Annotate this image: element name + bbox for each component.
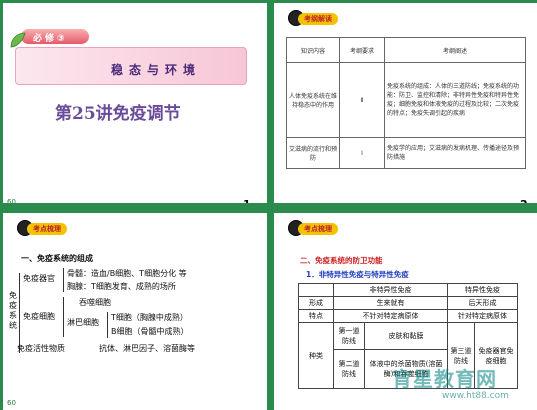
header-cell: 非特异性免疫	[333, 283, 448, 297]
badge-text: 考点梳理	[304, 225, 332, 233]
section-heading: 一、免疫系统的组成	[21, 254, 93, 263]
slide-2[interactable]: 考纲解读 知识内容 考纲要求 考纲阐述 人体免疫系统在维持稳态中的作用 Ⅱ 免疫…	[274, 3, 537, 203]
cell-item: B细胞（骨髓中成熟）	[111, 327, 189, 336]
slide-3[interactable]: 考点梳理 一、免疫系统的组成 免疫系统 免疫器官 骨髓：造血/B细胞、T细胞分化…	[3, 213, 267, 410]
table-header-row: 知识内容 考纲要求 考纲阐述	[286, 37, 526, 63]
active-label: 免疫活性物质	[17, 344, 65, 353]
slide-1[interactable]: 必修③ 稳态与环境 第25讲免疫调节 60 1	[3, 3, 267, 203]
header-cell: 知识内容	[286, 37, 340, 63]
badge: 考点梳理	[17, 220, 67, 238]
page-number-left: 60	[7, 198, 16, 203]
badge: 考点梳理	[288, 220, 338, 238]
organ-label: 免疫器官	[23, 274, 55, 283]
table-cell: 后天形成	[446, 296, 519, 310]
tag-text: 必修③	[33, 34, 68, 44]
table-row: 形成 生来就有 后天形成	[298, 296, 519, 310]
organ-item: 骨髓：造血/B细胞、T细胞分化 等	[67, 269, 187, 278]
cell-label: 免疫细胞	[23, 312, 55, 321]
brace-line	[63, 297, 64, 337]
table-header-row: 非特异性免疫 特异性免疫	[298, 283, 519, 297]
table-cell: Ⅰ	[339, 137, 385, 169]
table-row: 人体免疫系统在维持稳态中的作用 Ⅱ 免疫系统的组成：人体的三道防线；免疫系统的功…	[286, 62, 526, 138]
syllabus-table: 知识内容 考纲要求 考纲阐述 人体免疫系统在维持稳态中的作用 Ⅱ 免疫系统的组成…	[286, 37, 526, 169]
cell-item: 吞噬细胞	[79, 298, 111, 307]
watermark-url: www.ht88.com	[442, 391, 509, 401]
cell-item: 淋巴细胞	[67, 318, 99, 327]
table-cell: 免疫系统的组成：人体的三道防线；免疫系统的功能：防卫、监控和清除；非特异性免疫和…	[384, 62, 526, 138]
header-cell: 考纲要求	[339, 37, 385, 63]
table-row: 特点 不针对特定病原体 针对特定病原体	[298, 309, 519, 323]
active-item: 抗体、淋巴因子、溶菌酶等	[99, 344, 195, 353]
header-cell: 特异性免疫	[446, 283, 519, 297]
table-cell: 针对特定病原体	[446, 309, 519, 323]
section-heading: 二、免疫系统的防卫功能	[300, 256, 383, 265]
table-cell: 特点	[298, 309, 334, 323]
badge-text: 考点梳理	[33, 225, 61, 233]
table-cell: 第一道防线	[333, 322, 365, 350]
header-cell: 考纲阐述	[384, 37, 526, 63]
table-cell: 免疫学的应用；艾滋病的发病机理、传播途径及预防措施	[384, 137, 526, 169]
page-number: 1	[243, 198, 251, 203]
brace-line	[19, 273, 20, 353]
brace-line	[107, 312, 108, 338]
table-cell: 不针对特定病原体	[333, 309, 448, 323]
lecture-title: 第25讲免疫调节	[55, 104, 181, 124]
slide-4[interactable]: 考点梳理 二、免疫系统的防卫功能 1．非特异性免疫与特异性免疫 非特异性免疫 特…	[274, 213, 537, 410]
table-cell: 皮肤和黏膜	[364, 322, 448, 350]
table-cell: 形成	[298, 296, 334, 310]
page-number: 2	[520, 198, 528, 203]
badge-text: 考纲解读	[304, 15, 332, 23]
brace-line	[63, 268, 64, 292]
table-cell: 生来就有	[333, 296, 448, 310]
table-cell: 第二道防线	[333, 349, 365, 389]
watermark-logo: 育星教育网	[392, 367, 497, 391]
organ-item: 胸腺：T细胞发育、成熟的场所	[67, 282, 176, 291]
cell-item: T细胞（胸腺中成熟）	[111, 313, 188, 322]
system-label: 免疫系统	[9, 291, 17, 330]
table-cell: 艾滋病的流行和预防	[286, 137, 340, 169]
page-number-left: 60	[7, 399, 16, 407]
header-cell	[298, 283, 334, 297]
table-row: 艾滋病的流行和预防 Ⅰ 免疫学的应用；艾滋病的发病机理、传播途径及预防措施	[286, 137, 526, 169]
table-cell: 种类	[298, 322, 334, 389]
band-title: 稳态与环境	[111, 63, 202, 77]
badge: 考纲解读	[288, 10, 338, 28]
table-cell: 人体免疫系统在维持稳态中的作用	[286, 62, 340, 138]
subsection-heading: 1．非特异性免疫与特异性免疫	[306, 270, 409, 279]
table-cell: Ⅱ	[339, 62, 385, 138]
table-row: 种类 第一道防线 皮肤和黏膜 第三道防线 免疫器官免疫细胞	[298, 322, 519, 389]
